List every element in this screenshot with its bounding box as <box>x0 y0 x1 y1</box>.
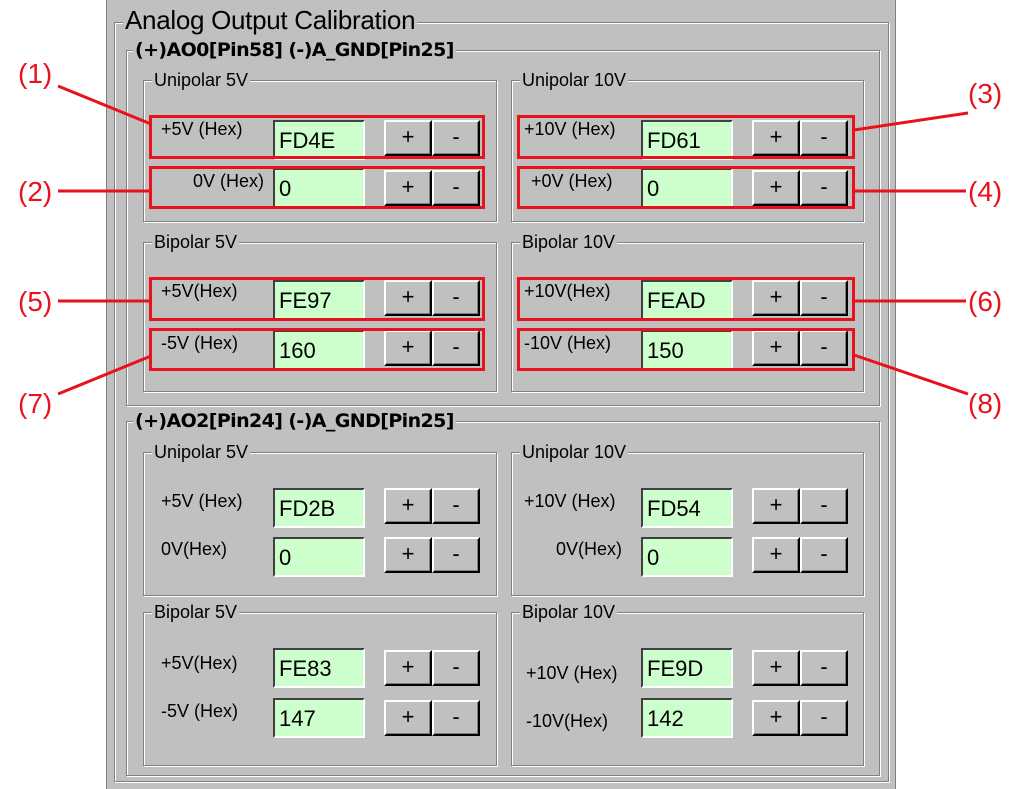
callout-5: (5) <box>18 286 53 317</box>
callout-line-3 <box>853 111 969 132</box>
callout-1: (1) <box>18 58 53 89</box>
callout-3: (3) <box>968 78 1003 109</box>
callout-line-1 <box>57 84 152 126</box>
callout-2: (2) <box>18 176 53 207</box>
callout-line-8 <box>853 353 969 396</box>
callout-8: (8) <box>968 388 1003 419</box>
callout-line-7 <box>57 354 152 396</box>
callout-6: (6) <box>968 286 1003 317</box>
callout-7: (7) <box>18 388 53 419</box>
callout-4: (4) <box>968 176 1003 207</box>
callout-lines <box>57 84 969 396</box>
